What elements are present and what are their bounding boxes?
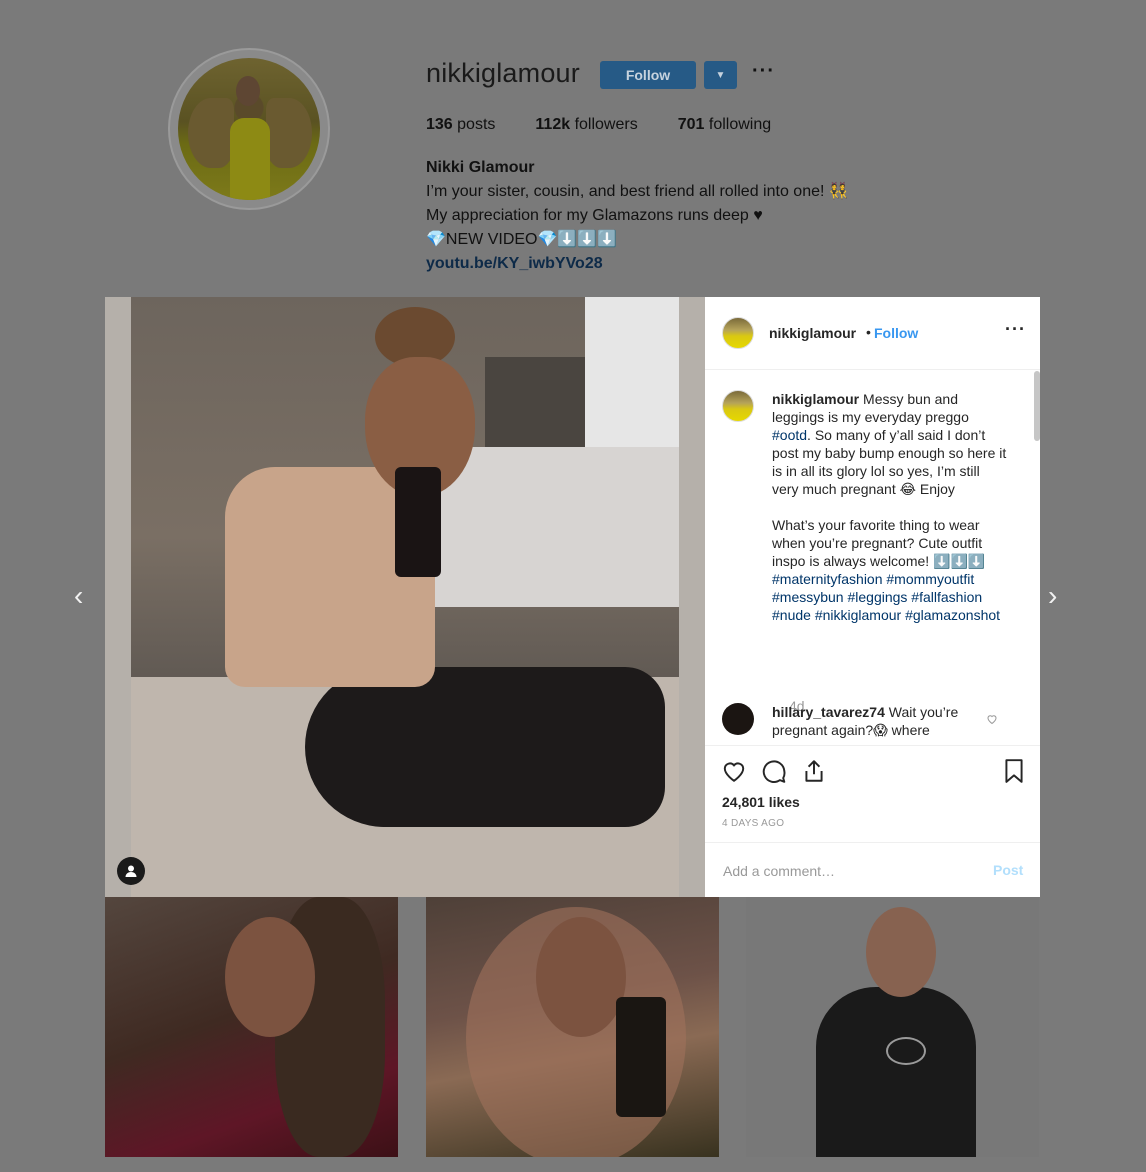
profile-bio: Nikki Glamour I’m your sister, cousin, a…	[426, 156, 849, 276]
caption-username[interactable]: nikkiglamour	[772, 391, 859, 407]
grid-post-thumbnail[interactable]	[746, 897, 1039, 1157]
hashtags[interactable]: #maternityfashion #mommyoutfit #messybun…	[772, 571, 1000, 623]
comment-input[interactable]	[721, 859, 965, 883]
user-tag-icon[interactable]	[117, 857, 145, 885]
caption-author-avatar[interactable]	[722, 390, 754, 422]
like-heart-icon[interactable]	[721, 758, 747, 784]
post-header: nikkiglamour • Follow ···	[705, 297, 1040, 370]
suggestions-dropdown-button[interactable]: ▼	[704, 61, 737, 89]
next-post-arrow-icon[interactable]: ›	[1048, 580, 1072, 614]
posts-stat: 136 posts	[426, 116, 496, 133]
post-more-options-icon[interactable]: ···	[1005, 319, 1026, 340]
comment-bubble-icon[interactable]	[761, 758, 787, 784]
hashtag-link[interactable]: #ootd	[772, 427, 807, 443]
profile-avatar-image	[178, 58, 320, 200]
bio-line: 💎NEW VIDEO💎⬇️⬇️⬇️	[426, 231, 618, 248]
add-comment-bar: Post	[705, 842, 1040, 898]
grid-post-thumbnail[interactable]	[426, 897, 719, 1157]
post-author-username[interactable]: nikkiglamour	[769, 325, 856, 341]
bio-line: I’m your sister, cousin, and best friend…	[426, 183, 849, 200]
post-detail-panel: nikkiglamour • Follow ··· nikkiglamour M…	[705, 297, 1040, 897]
separator-dot: •	[866, 324, 871, 340]
profile-stats: 136 posts 112k followers 701 following	[426, 116, 771, 134]
follow-button[interactable]: Follow	[600, 61, 696, 89]
previous-post-arrow-icon[interactable]: ‹	[74, 580, 98, 614]
profile-full-name: Nikki Glamour	[426, 159, 535, 176]
comments-scrollbar[interactable]	[1034, 371, 1040, 441]
post-actions: 24,801 likes 4 DAYS AGO	[705, 745, 1040, 836]
comments-list[interactable]: nikkiglamour Messy bun and leggings is m…	[705, 370, 1040, 745]
followers-stat[interactable]: 112k followers	[535, 116, 637, 134]
post-comment-button[interactable]: Post	[993, 862, 1023, 878]
profile-avatar[interactable]	[168, 48, 330, 210]
post-timestamp: 4 DAYS AGO	[722, 818, 785, 829]
commenter-avatar[interactable]	[722, 703, 754, 735]
likes-count[interactable]: 24,801 likes	[722, 794, 800, 810]
commenter-username[interactable]: hillary_tavarez74	[772, 704, 885, 720]
comment-text: hillary_tavarez74 Wait you’re pregnant a…	[772, 704, 959, 738]
grid-post-thumbnail[interactable]	[105, 897, 398, 1157]
post-follow-link[interactable]: Follow	[874, 325, 918, 341]
share-icon[interactable]	[801, 758, 827, 784]
post-image[interactable]	[105, 297, 705, 897]
more-options-icon[interactable]: ···	[752, 60, 775, 83]
comment-like-heart-icon[interactable]	[986, 713, 998, 728]
caption-text: nikkiglamour Messy bun and leggings is m…	[772, 391, 1007, 623]
post-author-avatar[interactable]	[722, 317, 754, 349]
bio-line: My appreciation for my Glamazons runs de…	[426, 207, 763, 224]
bookmark-icon[interactable]	[1001, 758, 1027, 784]
following-stat[interactable]: 701 following	[678, 116, 771, 134]
profile-username: nikkiglamour	[426, 58, 580, 88]
bio-link[interactable]: youtu.be/KY_iwbYVo28	[426, 252, 849, 276]
chevron-down-icon: ▼	[715, 69, 726, 81]
